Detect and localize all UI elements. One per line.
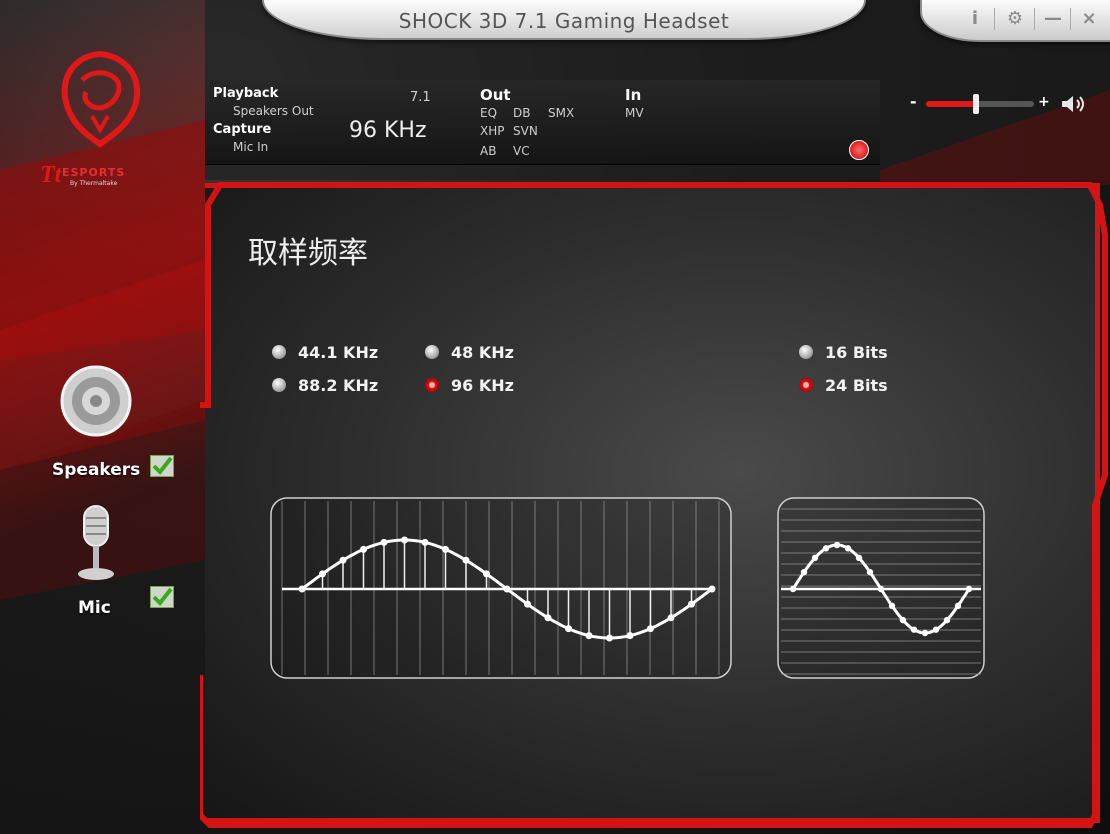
radio-button-selected[interactable] bbox=[425, 378, 439, 392]
radio-label: 24 Bits bbox=[825, 376, 888, 395]
out-label: Out bbox=[480, 86, 511, 104]
effect-xhp: XHP bbox=[480, 124, 505, 138]
effect-mv: MV bbox=[625, 106, 644, 120]
playback-label: Playback bbox=[213, 86, 279, 101]
bit-depth-waveform-graphic bbox=[777, 497, 985, 679]
radio-button[interactable] bbox=[425, 345, 439, 359]
radio-96khz[interactable]: 96 KHz bbox=[425, 376, 535, 396]
sample-rate-readout: 96 KHz bbox=[349, 118, 427, 143]
channel-count: 7.1 bbox=[410, 90, 431, 105]
sidebar: Tt ESPORTS By Thermaltake Speakers Mic bbox=[0, 0, 205, 834]
effect-eq: EQ bbox=[480, 106, 498, 120]
volume-slider[interactable] bbox=[926, 94, 1034, 114]
info-icon[interactable]: i bbox=[962, 6, 988, 32]
page-title: 取样频率 bbox=[248, 236, 368, 271]
volume-slider-fill bbox=[926, 101, 976, 107]
checkmark-icon bbox=[150, 455, 174, 477]
speaker-icon bbox=[60, 365, 132, 437]
radio-88-2khz[interactable]: 88.2 KHz bbox=[272, 376, 402, 396]
volume-plus-label: + bbox=[1038, 94, 1050, 110]
logo-brand-text: ESPORTS bbox=[62, 166, 126, 179]
effect-smx: SMX bbox=[548, 106, 575, 120]
volume-minus-label: - bbox=[910, 92, 917, 111]
capture-label: Capture bbox=[213, 122, 272, 137]
status-info-bar: Playback Speakers Out 7.1 Capture Mic In… bbox=[205, 80, 880, 165]
close-icon[interactable]: × bbox=[1076, 6, 1102, 32]
window-title: SHOCK 3D 7.1 Gaming Headset bbox=[398, 9, 730, 33]
microphone-icon bbox=[78, 505, 114, 580]
radio-button-selected[interactable] bbox=[799, 378, 813, 392]
effect-db: DB bbox=[513, 106, 531, 120]
speaker-volume-icon[interactable] bbox=[1060, 95, 1088, 113]
effect-ab: AB bbox=[480, 144, 497, 158]
speakers-out-label: Speakers Out bbox=[233, 104, 314, 118]
sidebar-item-mic[interactable]: Mic bbox=[40, 500, 190, 620]
sidebar-item-speakers[interactable]: Speakers bbox=[40, 365, 190, 485]
gear-icon[interactable]: ⚙ bbox=[1002, 6, 1028, 32]
radio-label: 16 Bits bbox=[825, 343, 888, 362]
checkmark-icon bbox=[150, 586, 174, 608]
mic-in-label: Mic In bbox=[233, 140, 269, 154]
sample-rate-waveform-graphic bbox=[270, 497, 732, 679]
app-window: Tt ESPORTS By Thermaltake Speakers Mic S… bbox=[0, 0, 1110, 834]
sidebar-item-label: Mic bbox=[78, 598, 111, 618]
radio-label: 96 KHz bbox=[451, 376, 514, 395]
radio-44-1khz[interactable]: 44.1 KHz bbox=[272, 343, 402, 363]
radio-label: 48 KHz bbox=[451, 343, 514, 362]
reset-icon[interactable] bbox=[849, 140, 869, 160]
radio-label: 88.2 KHz bbox=[298, 376, 379, 395]
radio-button[interactable] bbox=[799, 345, 813, 359]
sidebar-item-label: Speakers bbox=[52, 460, 141, 480]
radio-button[interactable] bbox=[272, 378, 286, 392]
radio-16bits[interactable]: 16 Bits bbox=[799, 343, 909, 363]
effect-vc: VC bbox=[513, 144, 530, 158]
radio-24bits[interactable]: 24 Bits bbox=[799, 376, 909, 396]
effect-svn: SVN bbox=[513, 124, 538, 138]
minimize-icon[interactable]: — bbox=[1040, 6, 1066, 32]
volume-slider-thumb[interactable] bbox=[973, 94, 979, 114]
title-bar[interactable]: SHOCK 3D 7.1 Gaming Headset bbox=[262, 0, 866, 40]
radio-48khz[interactable]: 48 KHz bbox=[425, 343, 535, 363]
radio-button[interactable] bbox=[272, 345, 286, 359]
svg-text:Tt: Tt bbox=[40, 162, 63, 188]
window-controls: i ⚙ — × bbox=[920, 0, 1110, 42]
logo-sub-text: By Thermaltake bbox=[70, 180, 118, 187]
tt-dragon-logo-icon bbox=[61, 50, 141, 148]
radio-label: 44.1 KHz bbox=[298, 343, 379, 362]
in-label: In bbox=[625, 86, 642, 104]
volume-control: - + bbox=[910, 92, 1090, 116]
